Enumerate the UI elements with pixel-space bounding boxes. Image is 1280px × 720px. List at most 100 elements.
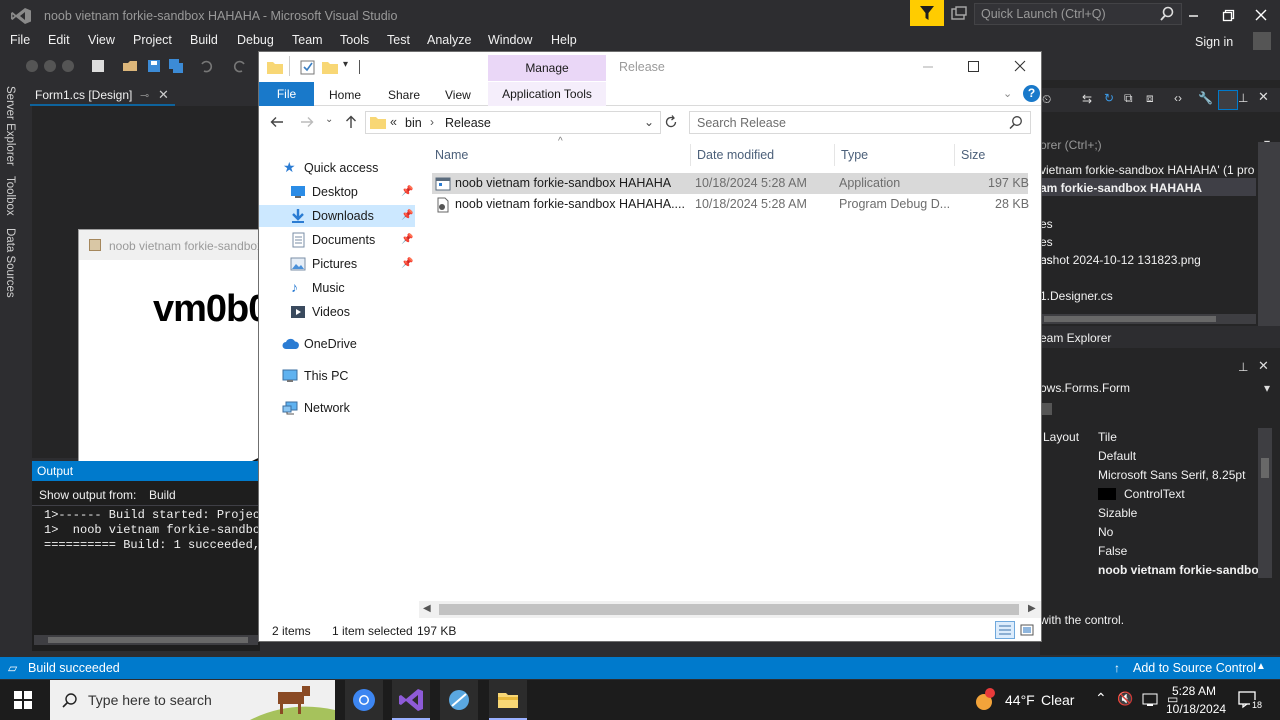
properties-close-icon[interactable]: ✕ [1258, 358, 1269, 374]
redo-icon[interactable] [232, 58, 248, 74]
ribbon-tab-file[interactable]: File [259, 82, 314, 106]
properties-check-icon[interactable] [300, 59, 316, 75]
column-divider[interactable] [834, 144, 835, 166]
qat-dropdown-icon[interactable]: ▾ [343, 59, 348, 70]
breadcrumb-overflow-icon[interactable]: « [390, 115, 397, 129]
properties-wrench-icon[interactable]: 🔧 [1198, 91, 1213, 105]
refresh-icon[interactable] [663, 114, 679, 130]
property-value[interactable]: Default [1098, 449, 1136, 463]
nav-videos[interactable]: Videos [259, 301, 415, 323]
weather-icon[interactable] [974, 688, 998, 712]
properties-pin-icon[interactable]: ⊥ [1238, 360, 1248, 374]
explorer-minimize-icon[interactable] [921, 60, 935, 74]
property-value[interactable]: Tile [1098, 430, 1117, 444]
start-windows-icon[interactable] [14, 691, 32, 709]
ribbon-tab-share[interactable]: Share [388, 88, 420, 102]
property-value[interactable]: Sizable [1098, 506, 1137, 520]
collapse-icon[interactable]: ⧉ [1124, 91, 1133, 106]
breadcrumb-release[interactable]: Release [445, 116, 491, 130]
menu-debug[interactable]: Debug [237, 33, 274, 47]
show-all-files-icon[interactable]: ⧈ [1146, 91, 1154, 106]
properties-scroll-thumb[interactable] [1261, 458, 1269, 478]
pin-icon[interactable]: 📌 [401, 210, 413, 221]
network-tray-icon[interactable] [1141, 692, 1159, 708]
taskbar-visual-studio[interactable] [392, 680, 430, 720]
solution-search-input[interactable]: orer (Ctrl+;) [1040, 138, 1102, 152]
column-header-name[interactable]: Name [435, 148, 468, 162]
property-value[interactable]: noob vietnam forkie-sandbo [1098, 563, 1259, 577]
breadcrumb-separator-icon[interactable]: › [430, 115, 434, 129]
breadcrumb-bin[interactable]: bin [405, 116, 422, 130]
help-icon[interactable]: ? [1023, 85, 1040, 102]
new-folder-icon[interactable] [322, 60, 338, 74]
new-project-icon[interactable] [90, 58, 106, 74]
forward-icon[interactable] [42, 58, 58, 74]
add-to-source-control-button[interactable]: Add to Source Control [1133, 661, 1256, 675]
column-header-type[interactable]: Type [841, 148, 868, 162]
explorer-close-icon[interactable] [1013, 59, 1027, 73]
pin-icon[interactable]: 📌 [401, 186, 413, 197]
back-arrow-icon[interactable] [269, 114, 285, 130]
view-code-icon[interactable]: ‹› [1174, 91, 1182, 105]
nav-network[interactable]: Network [259, 397, 415, 419]
restore-icon[interactable] [1221, 8, 1235, 22]
feedback-filter-icon[interactable] [910, 0, 944, 26]
scroll-thumb[interactable] [439, 604, 1019, 615]
minimize-icon[interactable] [1186, 8, 1200, 22]
nav-quick-access[interactable]: ★ Quick access [259, 157, 415, 179]
tab-close-icon[interactable]: ✕ [158, 87, 169, 103]
column-header-date-modified[interactable]: Date modified [697, 148, 774, 162]
close-icon[interactable] [1254, 8, 1268, 22]
property-value[interactable]: No [1098, 525, 1113, 539]
column-divider[interactable] [954, 144, 955, 166]
address-bar[interactable]: « bin › Release ⌄ [365, 111, 661, 134]
data-sources-tab[interactable]: Data Sources [4, 228, 16, 298]
output-panel-header[interactable]: Output [32, 461, 260, 481]
pin-icon[interactable]: 📌 [401, 234, 413, 245]
menu-build[interactable]: Build [190, 33, 218, 47]
team-explorer-tab[interactable]: eam Explorer [1040, 326, 1280, 348]
quick-launch-input[interactable]: Quick Launch (Ctrl+Q) [974, 3, 1182, 25]
menu-tools[interactable]: Tools [340, 33, 369, 47]
scroll-left-icon[interactable]: ◀ [423, 603, 431, 614]
source-control-caret-icon[interactable]: ▲ [1256, 661, 1266, 672]
solution-vscrollbar[interactable] [1258, 142, 1280, 328]
save-icon[interactable] [146, 58, 162, 74]
file-list-hscrollbar[interactable]: ◀ ▶ [419, 601, 1041, 618]
menu-analyze[interactable]: Analyze [427, 33, 471, 47]
weather-temperature[interactable]: 44°F [1005, 692, 1035, 708]
nav-this-pc[interactable]: This PC [259, 365, 415, 387]
taskbar-chrome[interactable] [345, 680, 383, 720]
explorer-maximize-icon[interactable] [966, 59, 980, 73]
solution-item[interactable]: vietnam forkie-sandbox HAHAHA' (1 pro [1040, 163, 1254, 177]
swap-icon[interactable]: ⇆ [1082, 92, 1092, 106]
ribbon-tab-application-tools[interactable]: Application Tools [488, 82, 606, 106]
save-all-icon[interactable] [168, 58, 184, 74]
property-value[interactable]: False [1098, 544, 1127, 558]
refresh-icon[interactable]: ↻ [1104, 91, 1114, 105]
sync-icon[interactable]: ⏲ [1042, 92, 1051, 107]
menu-help[interactable]: Help [551, 33, 577, 47]
server-explorer-tab[interactable]: Server Explorer [4, 86, 16, 166]
menu-test[interactable]: Test [387, 33, 410, 47]
menu-project[interactable]: Project [133, 33, 172, 47]
menu-edit[interactable]: Edit [48, 33, 70, 47]
preview-icon[interactable] [1218, 90, 1238, 110]
details-view-icon[interactable] [995, 621, 1015, 639]
document-tab-form1-design[interactable]: Form1.cs [Design] ⊸ ✕ [30, 84, 175, 106]
large-icons-view-icon[interactable] [1019, 622, 1035, 638]
file-row[interactable]: noob vietnam forkie-sandbox HAHAHA 10/18… [432, 173, 1029, 194]
volume-muted-icon[interactable]: 🔇 [1117, 691, 1133, 707]
taskbar-snipping-tool[interactable] [440, 680, 478, 720]
show-output-from-select[interactable]: Build [149, 488, 176, 502]
undo-icon[interactable] [198, 58, 214, 74]
nav-desktop[interactable]: Desktop 📌 [259, 181, 415, 203]
output-hscrollbar[interactable] [34, 635, 258, 645]
menu-file[interactable]: File [10, 33, 30, 47]
column-divider[interactable] [690, 144, 691, 166]
solution-item[interactable]: nshot 2024-10-12 131823.png [1040, 253, 1201, 267]
scroll-right-icon[interactable]: ▶ [1028, 603, 1036, 614]
properties-vscrollbar[interactable] [1258, 428, 1272, 578]
nav-music[interactable]: ♪ Music [259, 277, 415, 299]
ribbon-tab-home[interactable]: Home [329, 88, 361, 102]
